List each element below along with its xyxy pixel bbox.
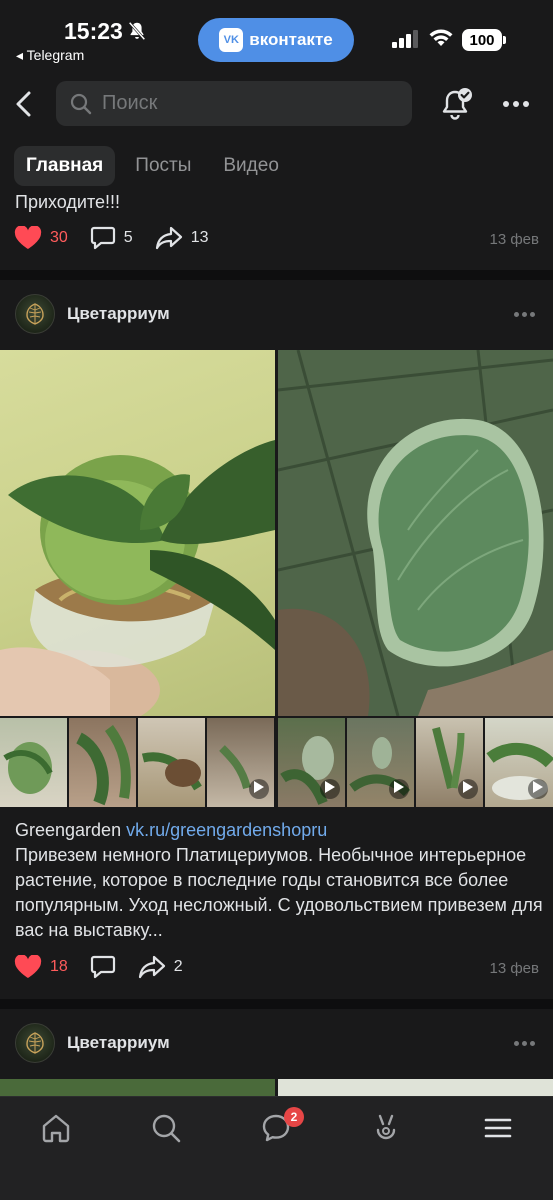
tab-main[interactable]: Главная [14,146,116,186]
like-button[interactable]: 18 [14,955,68,979]
like-button[interactable]: 30 [14,226,68,250]
post-link[interactable]: vk.ru/greengardenshopru [126,820,327,840]
share-button[interactable]: 13 [155,226,209,250]
vk-pill-label: вконтакте [249,30,333,49]
media-thumbnail[interactable] [138,718,205,807]
search-icon [152,1114,181,1143]
tab-video[interactable]: Видео [211,146,291,186]
media-thumbnail[interactable] [69,718,136,807]
heart-icon [14,955,42,978]
post-actions: 18 2 [14,955,205,979]
post-date: 13 фев [489,960,539,977]
post-divider [0,270,553,280]
tab-home[interactable] [36,1111,76,1145]
video-thumbnail[interactable] [416,718,483,807]
search-field[interactable] [56,81,412,126]
vk-logo-icon: VK [219,28,244,52]
post-author[interactable]: Цветарриум [15,294,170,334]
post-divider [0,999,553,1009]
profile-tabs: Главная Посты Видео [14,146,291,186]
plant-photo [0,440,275,716]
messages-badge: 2 [284,1107,304,1127]
heart-icon [14,226,42,249]
comment-button[interactable] [90,955,116,979]
like-count: 18 [50,958,68,975]
tab-search[interactable] [146,1111,186,1145]
search-input[interactable] [102,92,382,115]
cellular-signal-icon [392,30,418,48]
author-name: Цветарриум [67,1033,170,1052]
plant-closeup-photo [278,350,553,716]
share-button[interactable]: 2 [138,955,183,979]
like-count: 30 [50,229,68,246]
bell-check-icon [442,88,472,120]
post-text: Приходите!!! [15,192,121,212]
monstera-leaf-icon [26,1032,44,1054]
vk-app-pill[interactable]: VK вконтакте [198,18,354,62]
back-button[interactable] [8,84,40,124]
tab-posts[interactable]: Посты [123,146,203,186]
bell-off-icon [128,21,146,41]
plant-thumbnail [75,725,131,806]
status-time: 15:23 [64,18,123,44]
video-thumbnail[interactable] [278,718,345,807]
post-options-button[interactable] [514,1041,535,1046]
share-count: 13 [190,229,209,246]
more-dot-icon [514,312,519,317]
tab-menu[interactable] [478,1111,518,1145]
more-dot-icon [530,312,535,317]
share-icon [138,955,165,979]
post-options-button[interactable] [514,312,535,317]
video-thumbnail[interactable] [347,718,414,807]
search-icon [70,93,92,114]
avatar [15,1023,55,1063]
more-dot-icon [522,1041,527,1046]
more-options-button[interactable] [500,92,532,116]
bottom-tab-bar: 2 [0,1096,553,1200]
home-icon [42,1114,70,1143]
post-text: Привезем немного Платицериумов. Необычно… [15,845,543,940]
clips-icon [376,1114,396,1140]
post-photo[interactable] [0,350,275,716]
monstera-leaf-icon [26,303,44,325]
media-thumbnail[interactable] [0,718,67,807]
tab-clips[interactable] [366,1111,406,1145]
post-photo[interactable] [278,350,553,716]
status-bar: 15:23 ◂ Telegram VK вконтакте 100 [0,0,553,70]
back-to-telegram-link[interactable]: ◂ Telegram [16,47,84,64]
linked-author[interactable]: Greengarden [15,820,121,840]
notifications-button[interactable] [440,86,474,122]
comment-icon [90,955,115,979]
plant-thumbnail [141,752,202,791]
wifi-icon [429,29,453,46]
share-icon [155,226,182,250]
more-dot-icon [514,1041,519,1046]
video-thumbnail[interactable] [207,718,274,807]
more-dot-icon [503,101,509,107]
more-dot-icon [523,101,529,107]
post-actions: 30 5 13 [14,226,231,250]
battery-indicator: 100 [462,29,506,51]
more-dot-icon [522,312,527,317]
plant-thumbnail [3,742,53,794]
comment-count: 5 [123,229,133,246]
play-icon [325,781,335,793]
hamburger-menu-icon [484,1118,512,1138]
video-thumbnail[interactable] [485,718,553,807]
author-name: Цветарриум [67,304,170,323]
play-icon [254,781,264,793]
post-date: 13 фев [489,231,539,248]
play-icon [394,781,404,793]
comment-icon [90,226,115,250]
post-author[interactable]: Цветарриум [15,1023,170,1063]
post-link-line: Greengarden vk.ru/greengardenshopru [15,818,545,843]
play-icon [463,781,473,793]
comment-button[interactable]: 5 [90,226,133,250]
play-icon [533,781,543,793]
share-count: 2 [173,958,183,975]
chevron-left-icon [16,91,31,117]
more-dot-icon [513,101,519,107]
more-dot-icon [530,1041,535,1046]
avatar [15,294,55,334]
